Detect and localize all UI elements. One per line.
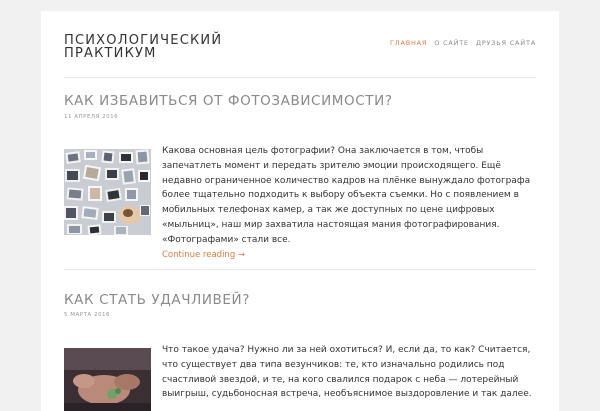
header-divider: [64, 77, 536, 78]
post-excerpt-text: Что такое удача? Нужно ли за ней охотить…: [162, 345, 532, 400]
nav-item-friends[interactable]: Друзья сайта: [476, 39, 536, 47]
nav-item-about[interactable]: О сайте: [434, 39, 469, 47]
main-nav: Главная О сайте Друзья сайта: [390, 39, 536, 47]
site-title[interactable]: Психологический практикум: [64, 34, 264, 60]
post-thumbnail-hands[interactable]: [64, 348, 151, 411]
post-title[interactable]: Как избавиться от фотозависимости?: [64, 93, 393, 109]
post-date: 5 марта 2016: [64, 312, 110, 318]
post-thumbnail-photos[interactable]: [64, 149, 151, 235]
post-excerpt: Какова основная цель фотографии? Она зак…: [162, 144, 537, 262]
page-container: Психологический практикум Главная О сайт…: [41, 11, 559, 411]
continue-reading-link[interactable]: Continue reading →: [162, 248, 537, 263]
post-excerpt-text: Какова основная цель фотографии? Она зак…: [162, 146, 531, 245]
post-title[interactable]: Как стать удачливей?: [64, 292, 250, 308]
post-date: 11 апреля 2016: [64, 114, 119, 120]
post-excerpt: Что такое удача? Нужно ли за ней охотить…: [162, 343, 537, 402]
post-divider: [64, 269, 536, 270]
nav-item-home[interactable]: Главная: [390, 39, 427, 47]
